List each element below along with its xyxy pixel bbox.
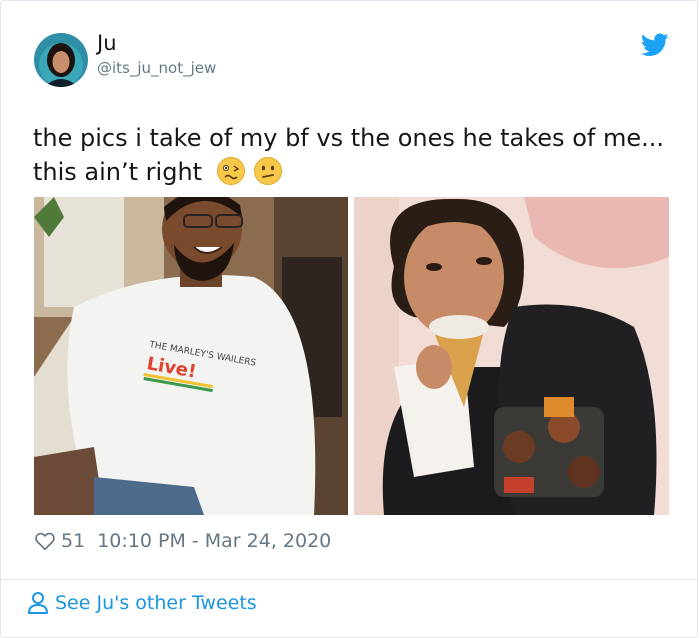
twitter-bird-icon[interactable] (641, 33, 669, 57)
emoji-row (216, 156, 284, 195)
tweet-body: the pics i take of my bf vs the ones he … (33, 124, 664, 186)
see-other-tweets-label[interactable]: See Ju's other Tweets (55, 592, 257, 614)
author-avatar[interactable] (34, 33, 88, 87)
author-handle[interactable]: @its_ju_not_jew (97, 59, 216, 77)
confused-face-icon (254, 157, 283, 185)
tweet-timestamp[interactable]: 10:10 PM - Mar 24, 2020 (97, 530, 331, 552)
photo-boyfriend-image: THE MARLEY'S WAILERS Live! (34, 197, 348, 515)
tweet-text: the pics i take of my bf vs the ones he … (33, 121, 673, 195)
avatar-image (34, 33, 88, 87)
see-other-tweets-link[interactable]: See Ju's other Tweets (27, 591, 257, 615)
tweet-photo-girlfriend[interactable] (354, 197, 669, 515)
tweet-meta: 51 10:10 PM - Mar 24, 2020 (35, 528, 331, 554)
author-display-name[interactable]: Ju (97, 31, 117, 55)
heart-icon[interactable] (35, 531, 55, 551)
woozy-face-icon (216, 157, 245, 185)
like-count[interactable]: 51 (61, 530, 85, 552)
tweet-card: Ju @its_ju_not_jew the pics i take of my… (0, 0, 698, 638)
footer-divider (2, 579, 698, 580)
photo-girl-eating-ice-cream-image (354, 197, 669, 515)
person-icon (28, 592, 48, 614)
tweet-photo-boyfriend[interactable]: THE MARLEY'S WAILERS Live! (34, 197, 348, 515)
